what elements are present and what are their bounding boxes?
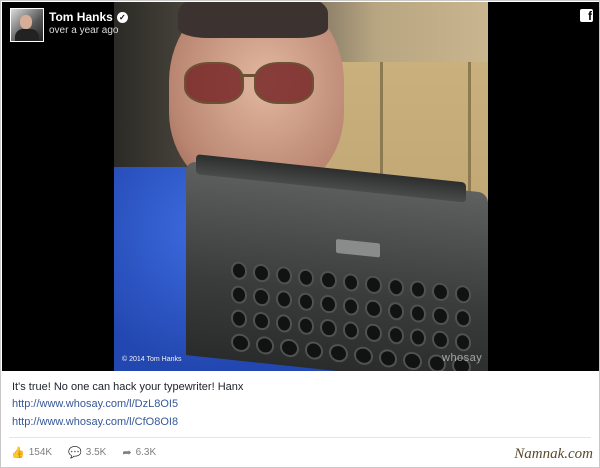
typewriter-brand-plate — [336, 238, 380, 258]
author-avatar[interactable] — [10, 8, 44, 42]
key — [298, 315, 315, 336]
photo-copyright: © 2014 Tom Hanks — [122, 356, 182, 363]
post-actions: 👍 154K 💬 3.5K ➦ 6.3K — [11, 446, 156, 459]
photo-lens-right — [254, 62, 314, 104]
key — [409, 303, 427, 324]
key — [253, 263, 270, 283]
comment-icon: 💬 — [68, 447, 82, 459]
key — [253, 287, 270, 307]
key — [353, 345, 373, 366]
stats-divider — [9, 437, 591, 438]
key — [409, 279, 427, 300]
key — [378, 348, 398, 369]
key — [231, 308, 248, 329]
key — [298, 267, 315, 288]
share-action[interactable]: ➦ 6.3K — [122, 446, 156, 459]
key — [298, 291, 315, 312]
key — [432, 282, 449, 302]
share-icon: ➦ — [122, 447, 132, 459]
thumbs-up-icon: 👍 — [11, 447, 25, 459]
key — [387, 277, 404, 298]
key — [409, 327, 427, 348]
key — [304, 340, 324, 361]
key — [365, 322, 382, 343]
key — [454, 308, 471, 329]
key — [342, 272, 360, 293]
photo-lens-left — [184, 62, 244, 104]
post-link-1[interactable]: http://www.whosay.com/l/DzL8OI5 — [12, 398, 178, 410]
facebook-embedded-post: © 2014 Tom Hanks whosay Tom Hanks ✓ over… — [0, 0, 600, 468]
photo-hair — [178, 2, 328, 38]
key — [275, 265, 293, 286]
key — [280, 338, 299, 358]
key — [320, 270, 337, 290]
key — [275, 289, 293, 310]
key — [432, 330, 449, 350]
key — [342, 296, 360, 317]
facebook-icon[interactable]: f — [580, 9, 593, 23]
key — [454, 332, 471, 353]
whosay-watermark: whosay — [442, 352, 483, 364]
key — [231, 260, 248, 281]
photo-sunglasses — [184, 62, 314, 106]
key — [255, 335, 275, 356]
like-action[interactable]: 👍 154K — [11, 446, 52, 459]
key — [365, 274, 382, 295]
post-link-2[interactable]: http://www.whosay.com/l/CfO8OI8 — [12, 416, 178, 428]
key — [253, 311, 270, 331]
key — [342, 320, 360, 341]
comment-action[interactable]: 💬 3.5K — [68, 446, 106, 459]
key — [454, 284, 471, 305]
photo-typewriter — [186, 154, 488, 371]
post-photo[interactable] — [114, 2, 488, 371]
key — [403, 350, 422, 371]
key — [387, 301, 404, 322]
key — [365, 298, 382, 319]
author-name[interactable]: Tom Hanks — [49, 10, 113, 24]
post-timestamp[interactable]: over a year ago — [49, 25, 119, 36]
key — [329, 343, 348, 364]
key — [275, 313, 293, 334]
avatar-body — [15, 29, 39, 41]
avatar-face — [20, 15, 32, 29]
verified-badge-icon: ✓ — [116, 11, 128, 23]
share-count: 6.3K — [135, 447, 157, 458]
key — [231, 332, 250, 353]
key — [432, 306, 449, 326]
author-name-row: Tom Hanks ✓ — [49, 10, 128, 24]
post-text: It's true! No one can hack your typewrit… — [12, 381, 244, 393]
typewriter-keys — [231, 260, 471, 371]
comment-count: 3.5K — [85, 447, 107, 458]
site-watermark: Namnak.com — [514, 446, 593, 462]
key — [387, 325, 404, 346]
key — [320, 294, 337, 314]
key — [231, 284, 248, 305]
post-media[interactable]: © 2014 Tom Hanks whosay Tom Hanks ✓ over… — [2, 2, 599, 371]
like-count: 154K — [28, 447, 53, 458]
key — [320, 318, 337, 338]
